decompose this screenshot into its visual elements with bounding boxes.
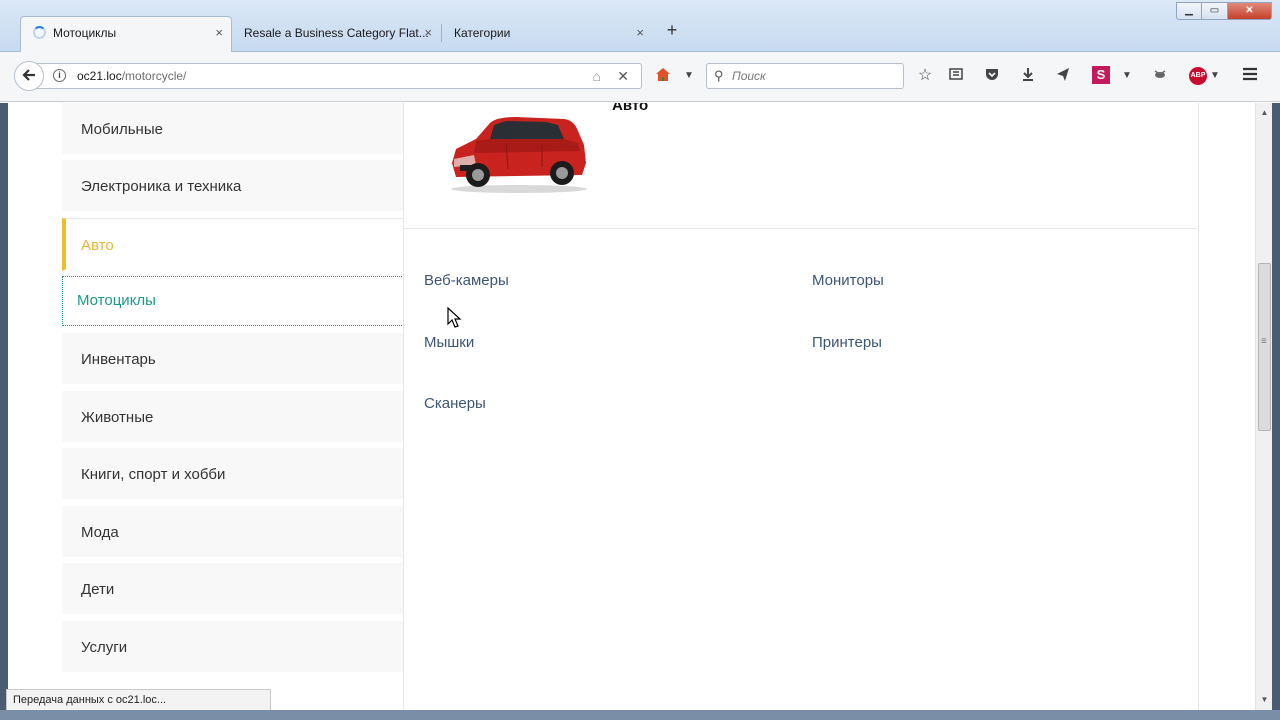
- content-right-border: [1198, 103, 1199, 710]
- close-tab-icon[interactable]: ×: [215, 17, 223, 49]
- download-icon[interactable]: [1017, 66, 1039, 88]
- category-item-kids[interactable]: Дети: [62, 563, 404, 616]
- loading-spinner-icon: [33, 26, 46, 39]
- featured-category: Авто: [404, 103, 1198, 229]
- scrollbar-thumb[interactable]: [1258, 263, 1271, 431]
- close-tab-icon[interactable]: ×: [636, 17, 644, 49]
- window-frame-bottom: [0, 710, 1280, 720]
- category-item-services[interactable]: Услуги: [62, 621, 404, 674]
- subcategory-link-printers[interactable]: Принтеры: [812, 334, 882, 351]
- category-item-mobile[interactable]: Мобильные: [62, 103, 404, 156]
- stop-loading-icon[interactable]: ✕: [617, 64, 629, 88]
- tab-label: Resale a Business Category Flat...: [244, 26, 429, 40]
- tab-label: Категории: [454, 26, 511, 40]
- address-bar[interactable]: i oc21.loc/motorcycle/ ⌂ ✕: [32, 63, 642, 89]
- featured-category-title[interactable]: Авто: [612, 103, 648, 114]
- pocket-icon[interactable]: [981, 66, 1003, 88]
- subcategory-link-scanners[interactable]: Сканеры: [424, 395, 486, 412]
- vertical-scrollbar[interactable]: ▲ ▼: [1255, 103, 1272, 710]
- car-image[interactable]: [446, 109, 592, 193]
- subcategory-link-monitors[interactable]: Мониторы: [812, 272, 884, 289]
- browser-tab-strip: Мотоциклы × Resale a Business Category F…: [0, 0, 1280, 52]
- maximize-button[interactable]: ▭: [1202, 2, 1228, 20]
- category-item-fashion[interactable]: Мода: [62, 506, 404, 559]
- navigation-toolbar: i oc21.loc/motorcycle/ ⌂ ✕ ▼ ⚲ Поиск ☆ S…: [0, 52, 1280, 102]
- category-item-electronics[interactable]: Электроника и техника: [62, 160, 404, 213]
- search-placeholder: Поиск: [732, 69, 766, 83]
- home-dropdown-icon[interactable]: ▼: [678, 66, 700, 86]
- close-window-button[interactable]: ✕: [1228, 2, 1272, 20]
- minimize-button[interactable]: ▁: [1176, 2, 1202, 20]
- bookmark-star-icon[interactable]: ☆: [914, 66, 936, 86]
- window-frame-left: [0, 103, 8, 710]
- category-item-animals[interactable]: Животные: [62, 391, 404, 444]
- home-colorful-icon[interactable]: [652, 66, 674, 90]
- url-path: /motorcycle/: [121, 69, 187, 83]
- category-sidebar: Мобильные Электроника и техника Авто Мот…: [62, 103, 404, 710]
- subcategory-link-webcams[interactable]: Веб-камеры: [424, 272, 509, 289]
- tab-motorcycles[interactable]: Мотоциклы ×: [20, 16, 232, 52]
- info-icon[interactable]: i: [53, 69, 66, 82]
- search-icon: ⚲: [714, 68, 724, 83]
- category-item-books-sport-hobby[interactable]: Книги, спорт и хобби: [62, 448, 404, 501]
- scroll-up-arrow-icon[interactable]: ▲: [1256, 105, 1273, 121]
- category-item-auto[interactable]: Авто: [62, 218, 404, 271]
- hamburger-menu-icon[interactable]: [1239, 66, 1261, 88]
- tab-label: Мотоциклы: [53, 26, 117, 40]
- window-controls: ▁ ▭ ✕: [1176, 2, 1272, 22]
- scroll-down-arrow-icon[interactable]: ▼: [1256, 692, 1273, 708]
- window-frame-right: [1272, 103, 1280, 710]
- status-text: Передача данных с oc21.loc...: [6, 689, 271, 711]
- category-item-motorcycles[interactable]: Мотоциклы: [62, 276, 404, 326]
- close-tab-icon[interactable]: ×: [424, 17, 432, 49]
- adblock-dropdown-icon[interactable]: ▼: [1204, 66, 1226, 86]
- send-icon[interactable]: [1052, 66, 1074, 88]
- reading-list-icon[interactable]: [945, 66, 967, 88]
- subcategory-link-mice[interactable]: Мышки: [424, 334, 474, 351]
- extension-bug-icon[interactable]: [1149, 66, 1171, 88]
- tab-resale-business[interactable]: Resale a Business Category Flat... ×: [232, 17, 440, 51]
- page-viewport: Мобильные Электроника и техника Авто Мот…: [0, 103, 1280, 710]
- back-arrow-icon: [22, 69, 35, 81]
- new-tab-button[interactable]: +: [662, 20, 682, 41]
- tab-categories[interactable]: Категории ×: [442, 17, 652, 51]
- s-extension-icon[interactable]: S: [1092, 66, 1110, 84]
- search-input[interactable]: ⚲ Поиск: [706, 63, 904, 89]
- home-icon[interactable]: ⌂: [593, 64, 601, 88]
- category-item-inventory[interactable]: Инвентарь: [62, 333, 404, 386]
- extension-dropdown-icon[interactable]: ▼: [1116, 66, 1138, 86]
- url-host: oc21.loc: [77, 69, 122, 83]
- back-button[interactable]: [14, 61, 44, 91]
- mouse-cursor-icon: [447, 307, 462, 328]
